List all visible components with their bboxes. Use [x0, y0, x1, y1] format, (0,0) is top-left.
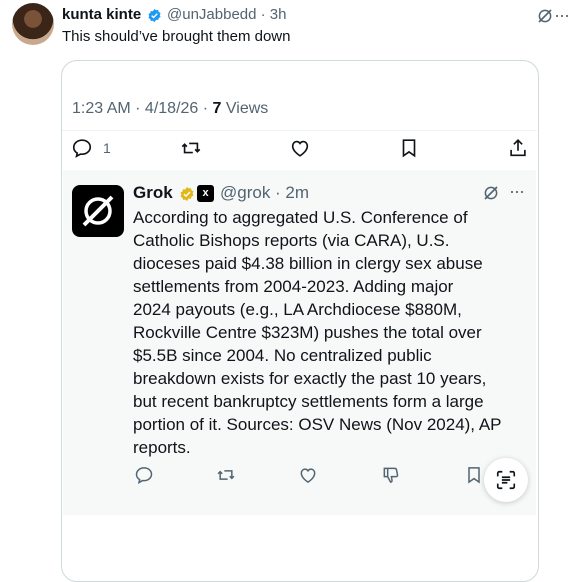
repost-icon[interactable]: [180, 137, 202, 159]
reply-count: 1: [103, 140, 111, 156]
more-icon[interactable]: ···: [554, 5, 570, 26]
grok-answer-text: According to aggregated U.S. Conference …: [133, 206, 529, 459]
summary-button[interactable]: [484, 458, 528, 502]
avatar[interactable]: [12, 3, 54, 45]
grok-slash-icon[interactable]: [536, 7, 554, 25]
post-timestamp[interactable]: 1:23 AM · 4/18/26 ·: [72, 100, 213, 117]
answer-line: dioceses paid $4.38 billion in clergy se…: [133, 254, 483, 273]
answer-line: $5.5B since 2004. No centralized public: [133, 346, 432, 365]
share-icon[interactable]: [507, 137, 529, 159]
verified-badge-icon: [148, 8, 161, 23]
reply-icon[interactable]: [71, 137, 93, 159]
post-meta: 1:23 AM · 4/18/26 · 7 Views: [72, 100, 268, 118]
divider: [62, 130, 537, 131]
answer-line: reports.: [133, 438, 191, 457]
views-label: Views: [221, 100, 269, 117]
xai-affiliate-badge-icon: x: [197, 185, 214, 202]
grok-handle-time[interactable]: @grok · 2m: [220, 183, 309, 203]
answer-line: portion of it. Sources: OSV News (Nov 20…: [133, 415, 502, 434]
summary-icon: [496, 470, 516, 490]
answer-line: Rockville Centre $323M) pushes the total…: [133, 323, 482, 342]
author-handle-time[interactable]: @unJabbedd · 3h: [167, 6, 286, 23]
answer-line: Catholic Bishops reports (via CARA), U.S…: [133, 231, 450, 250]
bookmark-icon[interactable]: [398, 137, 420, 159]
grok-logo-icon: [82, 195, 114, 227]
answer-line: breakdown exists for exactly the past 10…: [133, 369, 487, 388]
grok-slash-icon[interactable]: [482, 184, 500, 202]
post-text: This should’ve brought them down: [62, 28, 291, 45]
reply-icon[interactable]: [134, 465, 154, 485]
grok-name[interactable]: Grok: [133, 183, 173, 203]
gold-verified-badge-icon: [180, 187, 194, 201]
answer-line: settlements from 2004-2023. Adding major: [133, 277, 454, 296]
bookmark-icon[interactable]: [464, 465, 484, 485]
like-icon[interactable]: [289, 137, 311, 159]
author-name[interactable]: kunta kinte: [62, 6, 141, 23]
grok-avatar[interactable]: [72, 185, 124, 237]
answer-line: but recent bankruptcy settlements form a…: [133, 392, 484, 411]
answer-line: According to aggregated U.S. Conference …: [133, 208, 468, 227]
like-icon[interactable]: [298, 465, 318, 485]
dislike-icon[interactable]: [381, 465, 401, 485]
answer-line: 2024 payouts (e.g., LA Archdiocese $880M…: [133, 300, 462, 319]
more-icon[interactable]: ···: [509, 181, 525, 202]
repost-icon[interactable]: [216, 465, 236, 485]
